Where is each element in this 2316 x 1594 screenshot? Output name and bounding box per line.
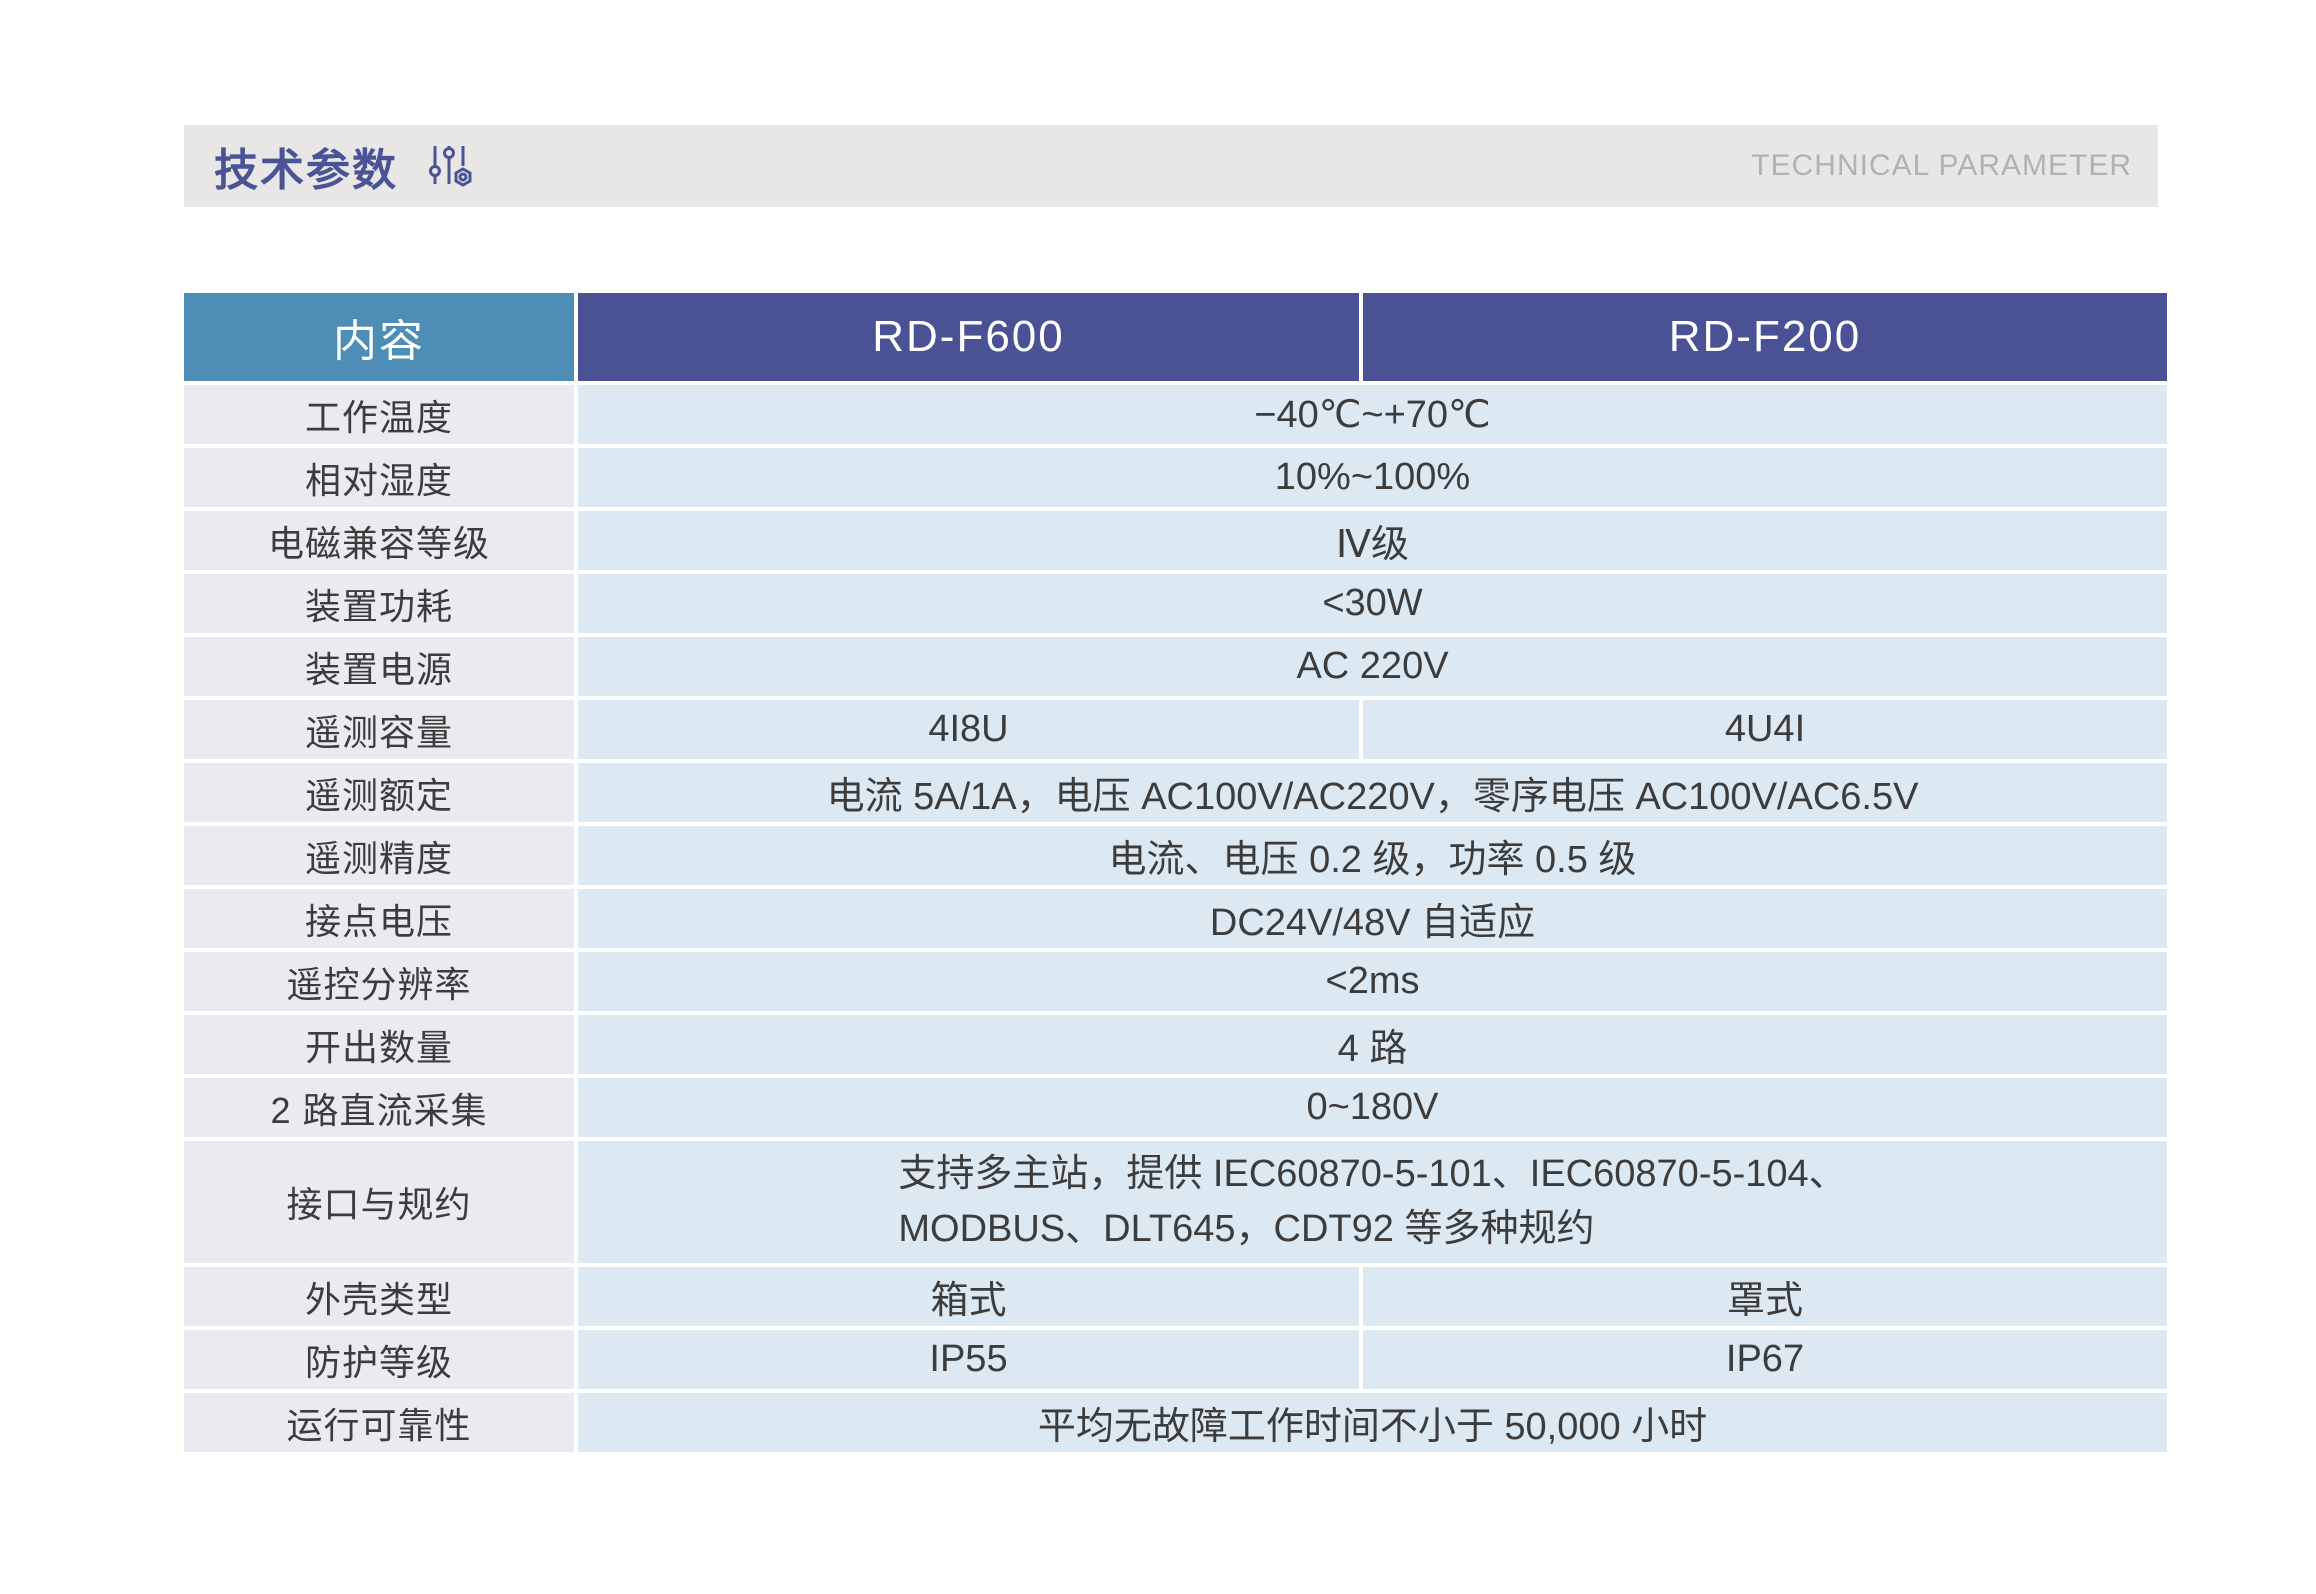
row-label: 装置电源 <box>184 637 574 696</box>
table-header-row: 内容 RD-F600 RD-F200 <box>184 293 2167 381</box>
row-label: 接口与规约 <box>184 1141 574 1263</box>
value-lines: 支持多主站，提供 IEC60870-5-101、IEC60870-5-104、M… <box>898 1147 1846 1257</box>
spec-table: 内容 RD-F600 RD-F200 工作温度−40℃~+70℃相对湿度10%~… <box>184 293 2167 1452</box>
row-value: AC 220V <box>578 637 2167 696</box>
value-line: 支持多主站，提供 IEC60870-5-101、IEC60870-5-104、 <box>898 1147 1846 1202</box>
row-value: 0~180V <box>578 1078 2167 1137</box>
table-header-rd-f200: RD-F200 <box>1363 293 2167 381</box>
row-label: 电磁兼容等级 <box>184 511 574 570</box>
table-rows: 工作温度−40℃~+70℃相对湿度10%~100%电磁兼容等级Ⅳ级装置功耗<30… <box>184 385 2167 1452</box>
row-label: 运行可靠性 <box>184 1393 574 1452</box>
table-row: 防护等级IP55IP67 <box>184 1330 2167 1389</box>
section-header-band: 技术参数 TECHNICAL PARAMETER <box>184 125 2158 207</box>
table-row: 装置电源AC 220V <box>184 637 2167 696</box>
row-value: 平均无故障工作时间不小于 50,000 小时 <box>578 1393 2167 1452</box>
row-value: −40℃~+70℃ <box>578 385 2167 444</box>
section-title-en: TECHNICAL PARAMETER <box>1751 149 2132 183</box>
table-row: 运行可靠性平均无故障工作时间不小于 50,000 小时 <box>184 1393 2167 1452</box>
row-value: Ⅳ级 <box>578 511 2167 570</box>
table-row: 外壳类型箱式罩式 <box>184 1267 2167 1326</box>
table-row: 电磁兼容等级Ⅳ级 <box>184 511 2167 570</box>
row-value-rd-f200: IP67 <box>1363 1330 2167 1389</box>
row-label: 2 路直流采集 <box>184 1078 574 1137</box>
datasheet-page: 技术参数 TECHNICAL PARAMETER 内容 RD-F600 RD-F… <box>0 0 2316 1594</box>
row-value-rd-f200: 罩式 <box>1363 1267 2167 1326</box>
table-row: 装置功耗<30W <box>184 574 2167 633</box>
table-row: 接口与规约 支持多主站，提供 IEC60870-5-101、IEC60870-5-… <box>184 1141 2167 1263</box>
row-value: 电流 5A/1A，电压 AC100V/AC220V，零序电压 AC100V/AC… <box>578 763 2167 822</box>
row-value: 电流、电压 0.2 级，功率 0.5 级 <box>578 826 2167 885</box>
row-label: 遥控分辨率 <box>184 952 574 1011</box>
row-label: 开出数量 <box>184 1015 574 1074</box>
table-row: 遥控分辨率<2ms <box>184 952 2167 1011</box>
table-row: 遥测容量4I8U4U4I <box>184 700 2167 759</box>
row-label: 遥测容量 <box>184 700 574 759</box>
table-header-rd-f600: RD-F600 <box>578 293 1359 381</box>
row-value-rd-f600: 4I8U <box>578 700 1359 759</box>
row-value-rd-f600: IP55 <box>578 1330 1359 1389</box>
value-line: MODBUS、DLT645，CDT92 等多种规约 <box>898 1202 1846 1257</box>
row-value: <2ms <box>578 952 2167 1011</box>
table-header-content: 内容 <box>184 293 574 381</box>
row-label: 外壳类型 <box>184 1267 574 1326</box>
row-value-rd-f600: 箱式 <box>578 1267 1359 1326</box>
row-value-rd-f200: 4U4I <box>1363 700 2167 759</box>
row-value: 4 路 <box>578 1015 2167 1074</box>
row-value: DC24V/48V 自适应 <box>578 889 2167 948</box>
row-label: 接点电压 <box>184 889 574 948</box>
table-row: 遥测精度电流、电压 0.2 级，功率 0.5 级 <box>184 826 2167 885</box>
row-value: <30W <box>578 574 2167 633</box>
row-label: 遥测精度 <box>184 826 574 885</box>
sliders-gear-icon <box>422 140 474 192</box>
table-row: 接点电压DC24V/48V 自适应 <box>184 889 2167 948</box>
table-row: 2 路直流采集0~180V <box>184 1078 2167 1137</box>
row-value: 10%~100% <box>578 448 2167 507</box>
row-label: 防护等级 <box>184 1330 574 1389</box>
table-row: 相对湿度10%~100% <box>184 448 2167 507</box>
table-row: 开出数量4 路 <box>184 1015 2167 1074</box>
row-value-multiline: 支持多主站，提供 IEC60870-5-101、IEC60870-5-104、M… <box>578 1141 2167 1263</box>
row-label: 遥测额定 <box>184 763 574 822</box>
table-row: 工作温度−40℃~+70℃ <box>184 385 2167 444</box>
row-label: 相对湿度 <box>184 448 574 507</box>
table-row: 遥测额定电流 5A/1A，电压 AC100V/AC220V，零序电压 AC100… <box>184 763 2167 822</box>
section-title: 技术参数 <box>214 134 398 198</box>
row-label: 装置功耗 <box>184 574 574 633</box>
row-label: 工作温度 <box>184 385 574 444</box>
